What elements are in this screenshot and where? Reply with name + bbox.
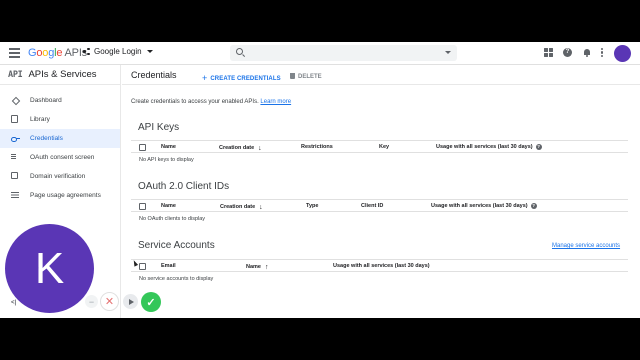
search-input[interactable] [230,45,457,61]
chevron-down-icon [146,50,153,53]
page-header: Credentials + CREATE CREDENTIALS DELETE [122,65,640,85]
arrow-down-icon: ↓ [258,144,262,152]
sidebar-header: API APIs & Services [0,65,120,85]
top-app-bar: Google APIs Google Login ? [0,42,640,65]
check-icon[interactable]: ✓ [141,292,161,312]
arrow-down-icon: ↓ [259,203,263,211]
select-all-checkbox[interactable] [139,262,146,270]
main-content: Credentials + CREATE CREDENTIALS DELETE C… [122,65,640,318]
column-header[interactable]: Name [161,203,176,209]
empty-state-text: No API keys to display [139,157,194,163]
api-keys-table-header: Name Creation date ↓ Restrictions Key Usa… [131,140,628,153]
sidebar-item-domain-verification[interactable]: Domain verification [0,167,120,186]
oauth-table-header: Name Creation date ↓ Type Client ID Usage… [131,199,628,212]
sidebar-item-dashboard[interactable]: Dashboard [0,91,120,110]
delete-button[interactable]: DELETE [290,72,322,80]
help-icon[interactable]: ? [563,48,572,57]
section-title-oauth: OAuth 2.0 Client IDs [138,181,230,192]
select-all-checkbox[interactable] [139,143,146,151]
help-icon[interactable]: ? [530,202,537,209]
sidebar-item-credentials[interactable]: Credentials [0,129,120,148]
project-selector[interactable]: Google Login [83,47,153,56]
gift-icon[interactable] [544,48,553,57]
project-name: Google Login [94,47,142,56]
select-all-checkbox[interactable] [139,202,146,210]
column-header-sortable[interactable]: Name ↑ [246,263,269,271]
column-header-sortable[interactable]: Creation date ↓ [219,144,262,152]
browser-viewport: Google APIs Google Login ? API APIs & Se… [0,42,640,318]
sidebar-title: APIs & Services [28,69,97,80]
column-header[interactable]: Usage with all services (last 30 days)? [431,202,537,209]
column-header[interactable]: Name [161,144,176,150]
column-header[interactable]: Usage with all services (last 30 days)? [436,143,542,150]
api-logo-icon: API [8,69,23,80]
column-header[interactable]: Key [379,144,389,150]
collapse-sidebar-icon[interactable]: <| [11,300,16,306]
checkbox-icon [11,172,20,181]
column-header[interactable]: Client ID [361,203,383,209]
sidebar-nav: Dashboard Library Credentials OAuth cons… [0,85,120,205]
library-icon [11,115,20,124]
settings-list-icon [11,191,20,200]
play-icon[interactable] [123,294,138,309]
column-header[interactable]: Email [161,263,176,269]
create-credentials-button[interactable]: + CREATE CREDENTIALS [202,72,281,83]
section-title-service-accounts: Service Accounts [138,240,215,251]
page-title: Credentials [131,70,177,80]
column-header[interactable]: Usage with all services (last 30 days) [333,263,430,269]
google-apis-logo[interactable]: Google APIs [28,47,87,59]
trash-icon [290,73,295,79]
column-header[interactable]: Type [306,203,318,209]
service-accounts-table-header: Email Name ↑ Usage with all services (las… [131,259,628,272]
account-avatar[interactable] [614,45,631,62]
intro-text: Create credentials to access your enable… [131,99,292,105]
sidebar-item-oauth-consent[interactable]: OAuth consent screen [0,148,120,167]
project-icon [83,47,91,56]
column-header-sortable[interactable]: Creation date ↓ [220,203,263,211]
search-icon [236,48,243,55]
arrow-up-icon: ↑ [264,263,269,271]
sidebar-item-page-usage[interactable]: Page usage agreements [0,186,120,205]
menu-icon[interactable] [9,48,20,58]
notifications-icon[interactable] [582,48,591,57]
empty-state-text: No OAuth clients to display [139,216,206,222]
presenter-avatar: K [5,224,94,313]
search-dropdown-icon[interactable] [445,51,451,54]
manage-service-accounts-link[interactable]: Manage service accounts [552,243,620,249]
learn-more-link[interactable]: Learn more [260,99,291,105]
key-icon [11,134,20,143]
sidebar-item-library[interactable]: Library [0,110,120,129]
consent-icon [11,153,20,162]
dashboard-icon [11,96,20,105]
column-header[interactable]: Restrictions [301,144,333,150]
plus-icon: + [202,73,208,83]
close-icon[interactable]: ✕ [100,292,119,311]
more-options-icon[interactable] [601,48,604,57]
empty-state-text: No service accounts to display [139,276,214,282]
minimize-icon[interactable]: − [85,295,98,308]
help-icon[interactable]: ? [535,143,542,150]
section-title-api-keys: API Keys [138,122,180,133]
